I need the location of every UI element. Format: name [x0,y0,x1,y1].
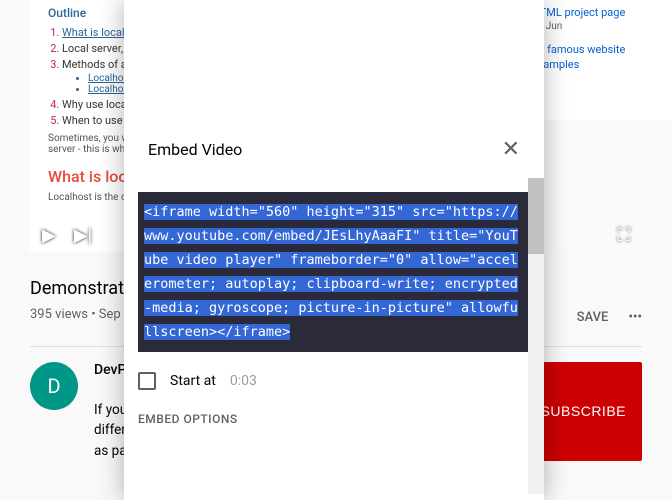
start-at-checkbox[interactable] [138,372,156,390]
modal-title: Embed Video [148,140,242,159]
start-at-row: Start at 0:03 [124,356,544,398]
embed-code-textarea[interactable]: <iframe width="560" height="315" src="ht… [138,192,530,352]
start-at-time[interactable]: 0:03 [230,373,257,389]
embed-options-heading: EMBED OPTIONS [124,398,544,440]
embed-modal: Embed Video ✕ <iframe width="560" height… [124,0,544,500]
start-at-label: Start at [170,373,216,389]
close-icon[interactable]: ✕ [502,136,520,162]
scrollbar-thumb[interactable] [528,178,544,254]
scrollbar[interactable] [528,178,544,494]
